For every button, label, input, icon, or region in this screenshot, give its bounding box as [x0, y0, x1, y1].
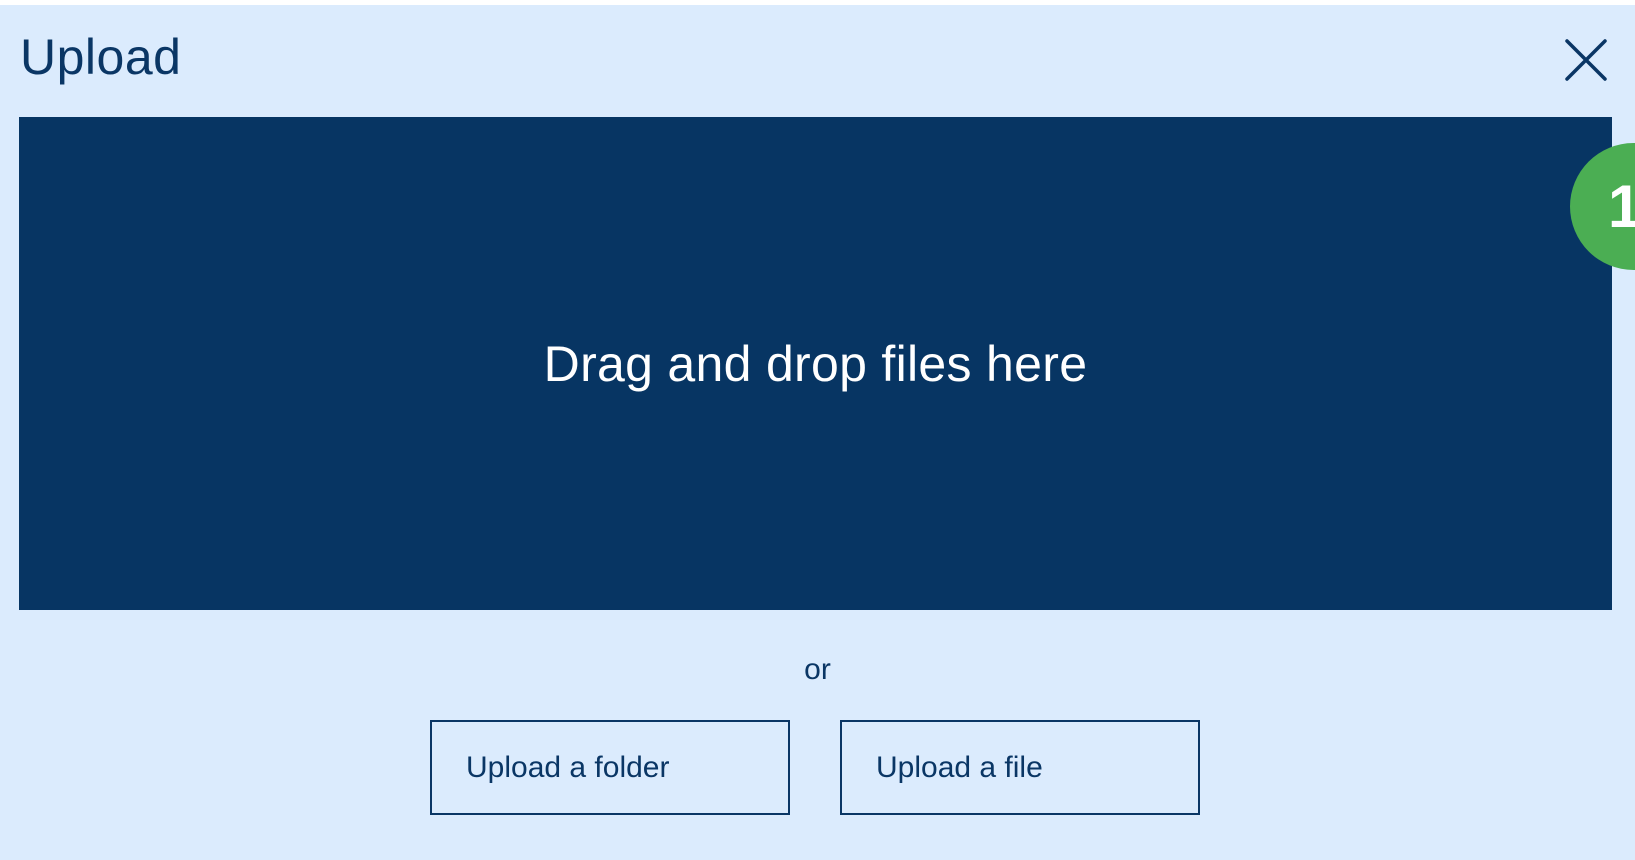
drop-zone[interactable]: Drag and drop files here — [19, 117, 1612, 610]
close-button[interactable] — [1561, 35, 1611, 85]
upload-folder-button[interactable]: Upload a folder — [430, 720, 790, 815]
or-separator: or — [804, 653, 831, 686]
dialog-title: Upload — [20, 29, 182, 85]
upload-file-button[interactable]: Upload a file — [840, 720, 1200, 815]
upload-dialog: Upload Drag and drop files here 1 or Upl… — [0, 5, 1635, 860]
drop-zone-label: Drag and drop files here — [543, 335, 1088, 392]
close-icon — [1565, 39, 1607, 81]
